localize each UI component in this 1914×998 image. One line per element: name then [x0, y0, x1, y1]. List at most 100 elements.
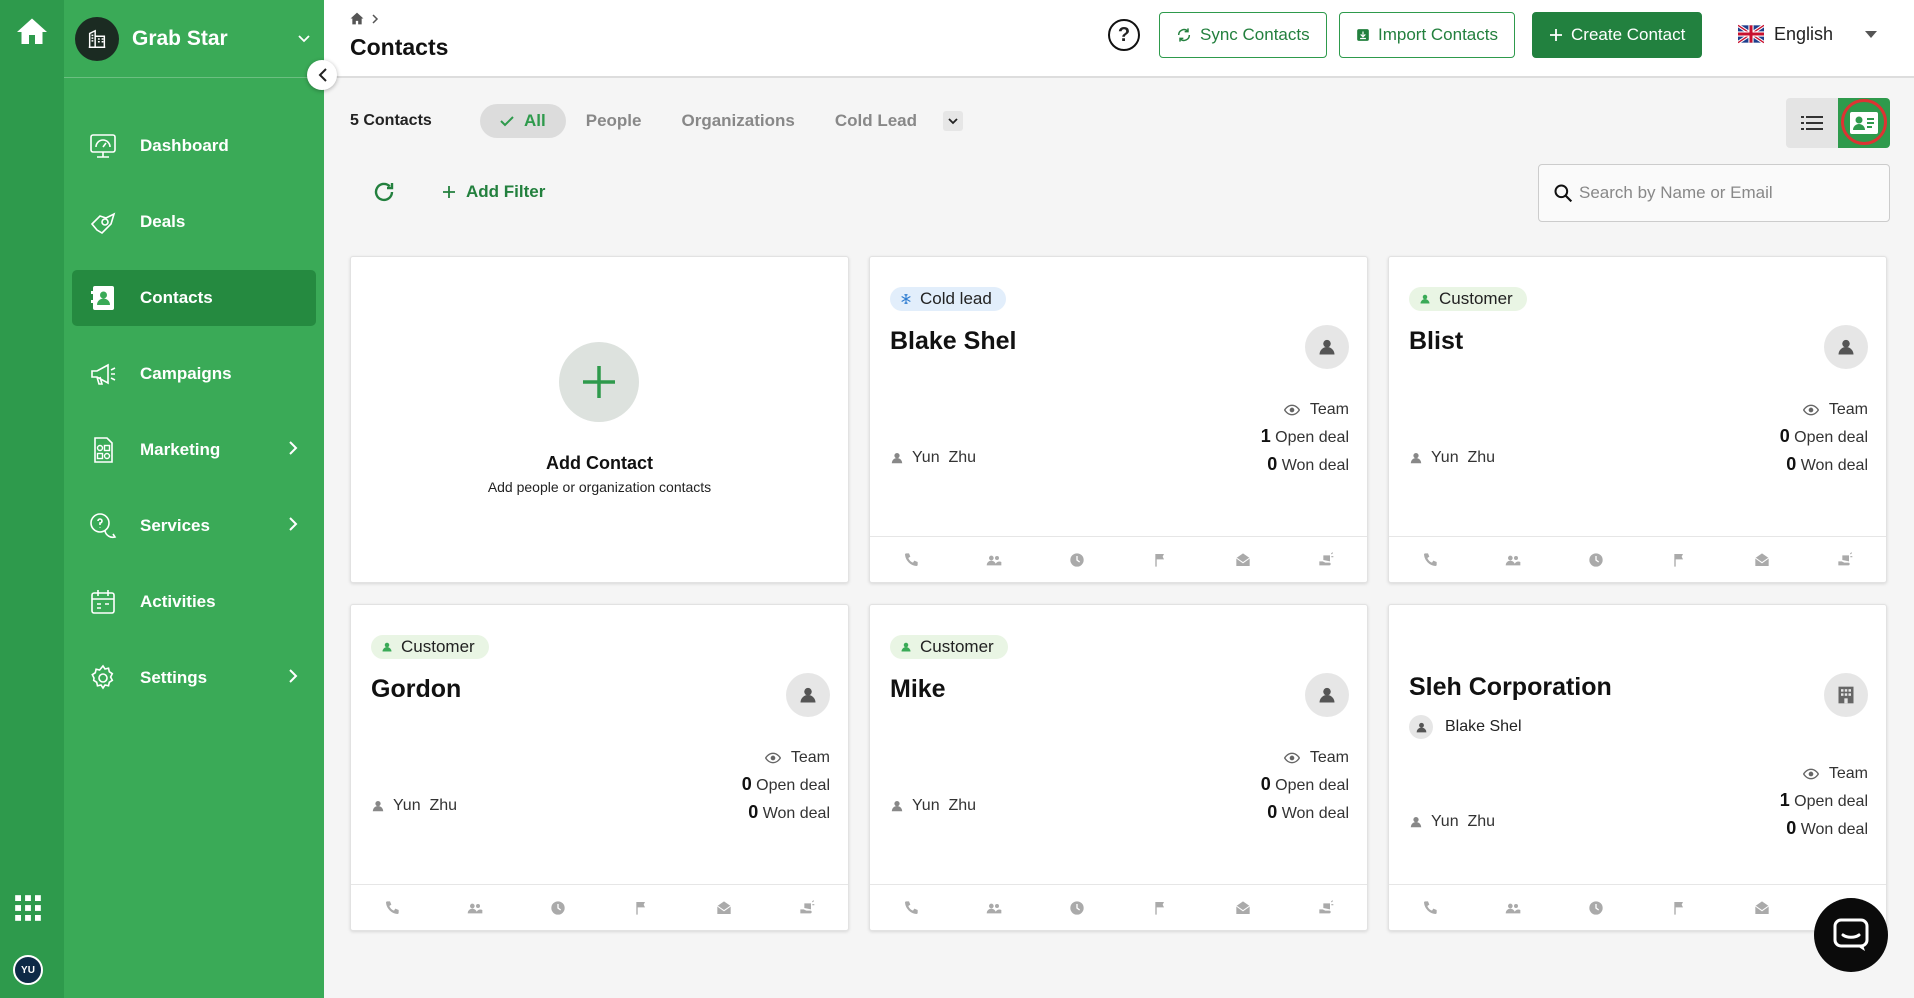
person-icon	[890, 799, 904, 813]
language-selector[interactable]: English	[1738, 22, 1878, 46]
help-button[interactable]: ?	[1108, 19, 1140, 51]
phone-icon[interactable]	[382, 898, 402, 918]
list-icon	[1801, 116, 1823, 130]
contact-card[interactable]: Cold lead Blake Shel Team 1 Open deal 0 …	[869, 256, 1368, 583]
contact-name[interactable]: Gordon	[371, 675, 461, 704]
chevron-right-icon	[289, 441, 298, 455]
plus-icon	[583, 366, 615, 398]
clock-icon[interactable]	[548, 898, 568, 918]
sidebar-item-dashboard[interactable]: Dashboard	[72, 118, 316, 174]
flag-icon[interactable]	[1669, 898, 1689, 918]
page-title: Contacts	[350, 34, 449, 60]
phone-icon[interactable]	[901, 898, 921, 918]
open-deals: 1 Open deal	[1260, 426, 1349, 446]
person-icon	[371, 799, 385, 813]
home-icon[interactable]	[14, 14, 50, 50]
mail-icon[interactable]	[1233, 550, 1253, 570]
apps-grid-icon[interactable]	[14, 894, 42, 922]
contact-card[interactable]: Customer Blist Team 0 Open deal 0 Won de…	[1388, 256, 1887, 583]
tab-organizations[interactable]: Organizations	[661, 104, 814, 138]
contact-name[interactable]: Blist	[1409, 327, 1463, 356]
tab-people[interactable]: People	[566, 104, 662, 138]
flag-icon[interactable]	[1669, 550, 1689, 570]
create-contact-button[interactable]: Create Contact	[1532, 12, 1703, 58]
contact-card[interactable]: Sleh Corporation Blake Shel Team 1 Open …	[1388, 604, 1887, 931]
add-filter-button[interactable]: Add Filter	[442, 182, 545, 202]
clock-icon[interactable]	[1586, 550, 1606, 570]
deal-hand-icon[interactable]	[1316, 898, 1336, 918]
people-icon[interactable]	[984, 898, 1004, 918]
collapse-sidebar-button[interactable]	[307, 60, 337, 90]
sync-contacts-button[interactable]: Sync Contacts	[1159, 12, 1327, 58]
sidebar-nav: Dashboard Deals Contacts Campaigns Marke…	[72, 118, 316, 726]
phone-icon[interactable]	[901, 550, 921, 570]
phone-icon[interactable]	[1420, 550, 1440, 570]
sidebar-item-settings[interactable]: Settings	[72, 650, 316, 706]
contacts-count: 5 Contacts	[350, 112, 432, 129]
visibility: Team	[1261, 397, 1349, 423]
flag-icon[interactable]	[1150, 550, 1170, 570]
person-avatar	[1409, 715, 1433, 739]
refresh-icon[interactable]	[372, 180, 396, 204]
sidebar-item-label: Campaigns	[140, 364, 232, 383]
tab-all[interactable]: All	[480, 104, 566, 138]
contact-tag: Cold lead	[890, 287, 1006, 311]
contact-name[interactable]: Blake Shel	[890, 327, 1016, 356]
sync-icon	[1177, 28, 1191, 42]
phone-icon[interactable]	[1420, 898, 1440, 918]
deal-hand-icon[interactable]	[797, 898, 817, 918]
add-contact-button[interactable]	[559, 342, 639, 422]
deal-hand-icon[interactable]	[1835, 550, 1855, 570]
more-tabs-button[interactable]	[943, 111, 964, 131]
person-icon	[900, 641, 912, 653]
deal-hand-icon[interactable]	[1316, 550, 1336, 570]
contact-name[interactable]: Mike	[890, 675, 946, 704]
chat-icon	[1833, 918, 1869, 951]
import-contacts-button[interactable]: Import Contacts	[1339, 12, 1515, 58]
dashboard-icon	[90, 134, 116, 158]
sidebar-item-activities[interactable]: Activities	[72, 574, 316, 630]
mail-icon[interactable]	[1233, 898, 1253, 918]
contact-person[interactable]: Blake Shel	[1409, 715, 1522, 739]
flag-icon[interactable]	[631, 898, 651, 918]
people-icon[interactable]	[1503, 898, 1523, 918]
clock-icon[interactable]	[1067, 898, 1087, 918]
open-deals: 0 Open deal	[1260, 774, 1349, 794]
sidebar-item-services[interactable]: Services	[72, 498, 316, 554]
add-contact-card[interactable]: Add Contact Add people or organization c…	[350, 256, 849, 583]
flag-icon[interactable]	[1150, 898, 1170, 918]
sidebar-item-marketing[interactable]: Marketing	[72, 422, 316, 478]
user-avatar[interactable]: YU	[13, 955, 43, 985]
clock-icon[interactable]	[1067, 550, 1087, 570]
sidebar-item-campaigns[interactable]: Campaigns	[72, 346, 316, 402]
import-icon	[1357, 29, 1369, 41]
contact-owner: Yun Zhu	[371, 797, 457, 815]
chat-launcher-button[interactable]	[1814, 898, 1888, 972]
mail-icon[interactable]	[1752, 898, 1772, 918]
sidebar-item-contacts[interactable]: Contacts	[72, 270, 316, 326]
people-icon[interactable]	[984, 550, 1004, 570]
contact-owner: Yun Zhu	[890, 449, 976, 467]
tab-cold-lead[interactable]: Cold Lead	[815, 104, 937, 138]
megaphone-icon	[91, 363, 116, 385]
contact-card[interactable]: Customer Gordon Team 0 Open deal 0 Won d…	[350, 604, 849, 931]
contact-name[interactable]: Sleh Corporation	[1409, 673, 1612, 702]
deal-stats: Team 1 Open deal 0 Won deal	[1780, 761, 1868, 843]
marketing-icon	[94, 437, 113, 463]
card-view-button[interactable]	[1838, 98, 1890, 148]
workspace-switcher[interactable]: Grab Star	[64, 0, 324, 78]
sidebar: Grab Star Dashboard Deals Contacts Campa…	[64, 0, 324, 998]
person-icon	[1419, 293, 1431, 305]
home-icon[interactable]	[350, 12, 364, 25]
sidebar-item-deals[interactable]: Deals	[72, 194, 316, 250]
contact-card[interactable]: Customer Mike Team 0 Open deal 0 Won dea…	[869, 604, 1368, 931]
search-input[interactable]	[1579, 183, 1879, 203]
people-icon[interactable]	[465, 898, 485, 918]
clock-icon[interactable]	[1586, 898, 1606, 918]
mail-icon[interactable]	[714, 898, 734, 918]
mail-icon[interactable]	[1752, 550, 1772, 570]
people-icon[interactable]	[1503, 550, 1523, 570]
app-rail: YU	[0, 0, 64, 998]
list-view-button[interactable]	[1786, 98, 1838, 148]
deal-stats: Team 0 Open deal 0 Won deal	[742, 745, 830, 827]
